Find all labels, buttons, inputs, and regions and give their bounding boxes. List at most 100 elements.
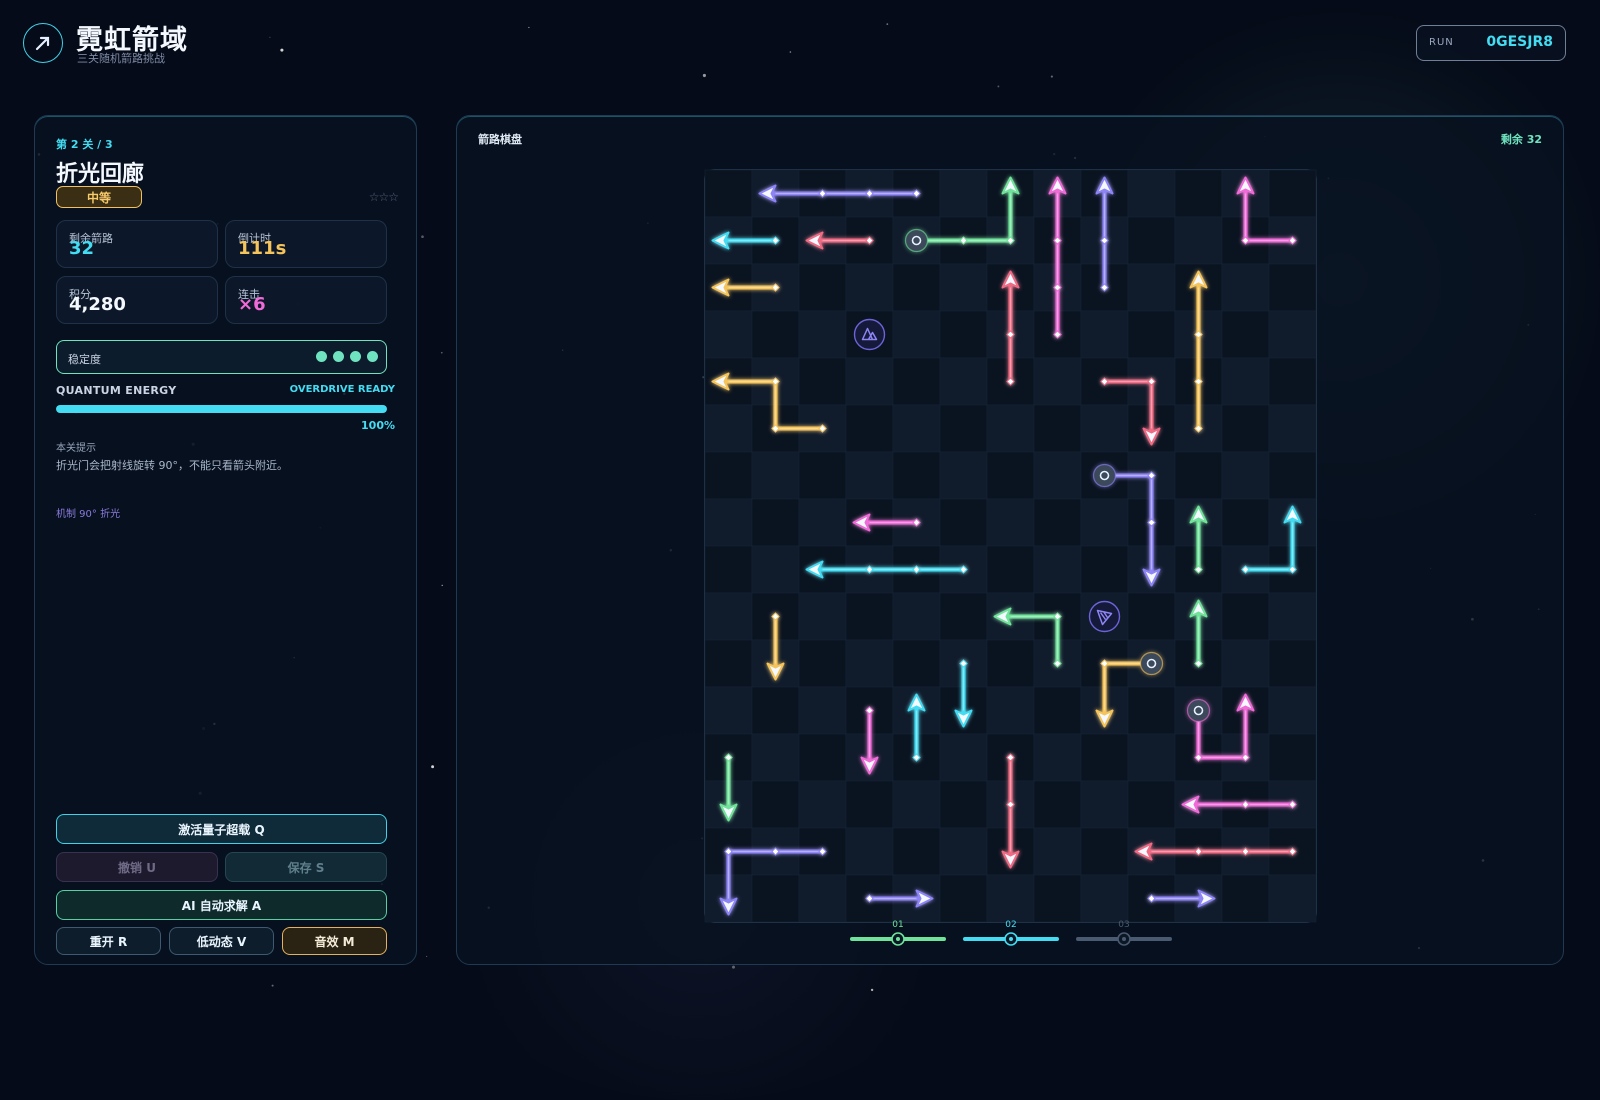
board-cell[interactable] xyxy=(798,451,847,500)
board-cell[interactable] xyxy=(892,451,941,500)
board-cell[interactable] xyxy=(986,451,1035,500)
board-cell[interactable] xyxy=(986,498,1035,547)
board-cell[interactable] xyxy=(892,827,941,876)
board-cell[interactable] xyxy=(1174,451,1223,500)
board-cell[interactable] xyxy=(751,451,800,500)
board-cell[interactable] xyxy=(939,733,988,782)
board-cell[interactable] xyxy=(845,357,894,406)
board-cell[interactable] xyxy=(1033,357,1082,406)
board-cell[interactable] xyxy=(751,874,800,923)
board-cell[interactable] xyxy=(1221,874,1270,923)
board-cell[interactable] xyxy=(1033,498,1082,547)
board-cell[interactable] xyxy=(1080,733,1129,782)
board-cell[interactable] xyxy=(1127,216,1176,265)
board-cell[interactable] xyxy=(986,545,1035,594)
board-cell[interactable] xyxy=(939,404,988,453)
board-cell[interactable] xyxy=(1221,592,1270,641)
board-cell[interactable] xyxy=(751,310,800,359)
arrow-anchor-node[interactable] xyxy=(1186,698,1211,723)
board-cell[interactable] xyxy=(845,639,894,688)
board-cell[interactable] xyxy=(986,874,1035,923)
board-cell[interactable] xyxy=(1080,498,1129,547)
board-cell[interactable] xyxy=(939,451,988,500)
board-cell[interactable] xyxy=(845,827,894,876)
arrow-anchor-node[interactable] xyxy=(1139,651,1164,676)
quantum-overload-button[interactable]: 激活量子超载 Q xyxy=(56,814,387,844)
board-cell[interactable] xyxy=(1174,169,1223,218)
board-cell[interactable] xyxy=(1221,498,1270,547)
board-cell[interactable] xyxy=(1127,733,1176,782)
board-cell[interactable] xyxy=(892,592,941,641)
board-cell[interactable] xyxy=(939,827,988,876)
portal-ring[interactable] xyxy=(1088,600,1121,633)
board-cell[interactable] xyxy=(986,639,1035,688)
board-cell[interactable] xyxy=(751,733,800,782)
board-cell[interactable] xyxy=(704,498,753,547)
board-cell[interactable] xyxy=(751,545,800,594)
board-cell[interactable] xyxy=(1127,592,1176,641)
board-cell[interactable] xyxy=(1033,451,1082,500)
board-cell[interactable] xyxy=(1174,216,1223,265)
board-cell[interactable] xyxy=(798,780,847,829)
board-cell[interactable] xyxy=(1080,404,1129,453)
board-cell[interactable] xyxy=(798,874,847,923)
restart-button[interactable]: 重开 R xyxy=(56,927,161,955)
refract-icon[interactable] xyxy=(1088,600,1121,633)
board-cell[interactable] xyxy=(1033,827,1082,876)
prism-icon[interactable] xyxy=(853,318,886,351)
board-cell[interactable] xyxy=(1033,733,1082,782)
board-cell[interactable] xyxy=(751,780,800,829)
board-cell[interactable] xyxy=(1127,169,1176,218)
board-cell[interactable] xyxy=(892,357,941,406)
board-cell[interactable] xyxy=(1268,310,1317,359)
board-cell[interactable] xyxy=(798,310,847,359)
board-cell[interactable] xyxy=(798,263,847,312)
board-cell[interactable] xyxy=(798,733,847,782)
board-cell[interactable] xyxy=(798,357,847,406)
board-cell[interactable] xyxy=(1080,780,1129,829)
board-cell[interactable] xyxy=(798,639,847,688)
board-cell[interactable] xyxy=(1127,310,1176,359)
board-cell[interactable] xyxy=(939,592,988,641)
board-cell[interactable] xyxy=(751,686,800,735)
board-cell[interactable] xyxy=(1221,451,1270,500)
save-button[interactable]: 保存 S xyxy=(225,852,387,882)
board-cell[interactable] xyxy=(1268,404,1317,453)
board-cell[interactable] xyxy=(892,780,941,829)
board-cell[interactable] xyxy=(939,874,988,923)
board-cell[interactable] xyxy=(845,404,894,453)
board-cell[interactable] xyxy=(704,592,753,641)
board-cell[interactable] xyxy=(1033,404,1082,453)
board-cell[interactable] xyxy=(939,498,988,547)
board-cell[interactable] xyxy=(704,545,753,594)
board-cell[interactable] xyxy=(704,404,753,453)
board-cell[interactable] xyxy=(1268,169,1317,218)
board-cell[interactable] xyxy=(892,404,941,453)
sound-button[interactable]: 音效 M xyxy=(282,927,387,955)
arrow-anchor-node[interactable] xyxy=(1092,463,1117,488)
board-cell[interactable] xyxy=(751,498,800,547)
board-cell[interactable] xyxy=(845,592,894,641)
board-cell[interactable] xyxy=(892,639,941,688)
board-cell[interactable] xyxy=(1221,357,1270,406)
board-cell[interactable] xyxy=(798,498,847,547)
board-cell[interactable] xyxy=(1268,451,1317,500)
board-cell[interactable] xyxy=(939,263,988,312)
low-motion-button[interactable]: 低动态 V xyxy=(169,927,274,955)
board-cell[interactable] xyxy=(1268,874,1317,923)
board-cell[interactable] xyxy=(1080,310,1129,359)
board-cell[interactable] xyxy=(1033,686,1082,735)
arrow-anchor-node[interactable] xyxy=(904,228,929,253)
board-cell[interactable] xyxy=(798,686,847,735)
stage-node[interactable] xyxy=(1117,932,1131,946)
board-cell[interactable] xyxy=(1221,404,1270,453)
board-cell[interactable] xyxy=(892,310,941,359)
board-cell[interactable] xyxy=(1221,263,1270,312)
board-cell[interactable] xyxy=(986,404,1035,453)
board-cell[interactable] xyxy=(845,451,894,500)
board-cell[interactable] xyxy=(1127,263,1176,312)
board-cell[interactable] xyxy=(939,780,988,829)
board-cell[interactable] xyxy=(1268,357,1317,406)
board-cell[interactable] xyxy=(892,263,941,312)
board-cell[interactable] xyxy=(704,169,753,218)
